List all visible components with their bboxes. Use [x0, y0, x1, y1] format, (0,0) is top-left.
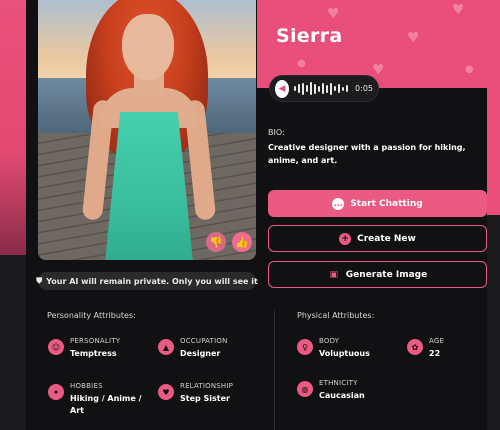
heart-decoration-icon: ♥ [407, 30, 420, 46]
attribute-value: Hiking / Anime / Art [70, 394, 142, 415]
attribute-occupation: ▲ OCCUPATION Designer [158, 337, 228, 360]
attribute-value: Temptress [70, 349, 117, 358]
attribute-value: Designer [180, 349, 221, 358]
attribute-label: RELATIONSHIP [180, 382, 234, 390]
attribute-personality: ☺ PERSONALITY Temptress [48, 337, 120, 360]
graduation-cap-icon: ▲ [158, 339, 174, 355]
globe-icon: ◍ [297, 381, 313, 397]
voice-preview-player[interactable]: ◀ 0:05 [269, 75, 379, 102]
attributes-divider [274, 310, 275, 430]
attribute-hobbies: ✦ HOBBIES Hiking / Anime / Art [48, 382, 150, 417]
character-name: Sierra [276, 25, 343, 47]
image-icon: ▣ [329, 269, 339, 280]
attribute-label: OCCUPATION [180, 337, 228, 345]
bio-label: BIO: [268, 128, 285, 137]
attribute-label: PERSONALITY [70, 337, 121, 345]
generate-image-label: Generate Image [345, 269, 428, 280]
start-chatting-button[interactable]: … Start Chatting [268, 190, 487, 217]
heart-decoration-icon: ♥ [452, 2, 465, 18]
attribute-relationship: ♥ RELATIONSHIP Step Sister [158, 382, 233, 405]
attribute-age: ✿ AGE 22 [407, 337, 444, 360]
bio-text: Creative designer with a passion for hik… [268, 143, 466, 165]
backdrop-right [487, 0, 500, 215]
shield-icon: ⛊ [36, 276, 43, 285]
dot-decoration-icon: ● [465, 64, 474, 75]
backdrop-right-lower [487, 215, 500, 430]
privacy-notice: ⛊ Your AI will remain private. Only you … [36, 272, 258, 290]
speaker-icon[interactable]: ◀ [275, 79, 290, 98]
attribute-value: 22 [429, 349, 441, 358]
heart-decoration-icon: ♥ [327, 6, 340, 22]
relationship-icon: ♥ [158, 384, 174, 400]
age-icon: ✿ [407, 339, 423, 355]
physical-attributes-title: Physical Attributes: [297, 311, 375, 320]
attribute-label: BODY [319, 337, 340, 345]
attribute-value: Caucasian [319, 391, 365, 400]
attribute-value: Step Sister [180, 394, 230, 403]
attribute-label: HOBBIES [70, 382, 103, 390]
create-new-label: Create New [357, 233, 416, 244]
plus-icon: + [339, 232, 352, 245]
backdrop-left-lower [0, 255, 26, 430]
attribute-label: AGE [429, 337, 445, 345]
create-new-button[interactable]: + Create New [268, 225, 487, 252]
start-chatting-label: Start Chatting [350, 198, 423, 209]
heart-decoration-icon: ♥ [372, 62, 385, 78]
thumbs-down-icon[interactable]: 👎 [206, 232, 226, 252]
personality-attributes-title: Personality Attributes: [47, 311, 136, 320]
generate-image-button[interactable]: ▣ Generate Image [268, 261, 487, 288]
hobbies-icon: ✦ [48, 384, 64, 400]
waveform [294, 82, 349, 96]
backdrop-left [0, 0, 26, 255]
attribute-label: ETHNICITY [319, 379, 358, 387]
thumbs-up-icon[interactable]: 👍 [232, 232, 252, 252]
mask-icon: ☺ [48, 339, 64, 355]
audio-duration: 0:05 [355, 84, 373, 93]
privacy-notice-text: Your AI will remain private. Only you wi… [46, 276, 258, 286]
attribute-value: Voluptuous [319, 349, 370, 358]
chat-bubble-icon: … [332, 197, 345, 210]
attribute-ethnicity: ◍ ETHNICITY Caucasian [297, 379, 365, 402]
attribute-body: ♀ BODY Voluptuous [297, 337, 370, 360]
character-photo [38, 0, 256, 260]
dot-decoration-icon: ● [297, 58, 306, 69]
body-icon: ♀ [297, 339, 313, 355]
